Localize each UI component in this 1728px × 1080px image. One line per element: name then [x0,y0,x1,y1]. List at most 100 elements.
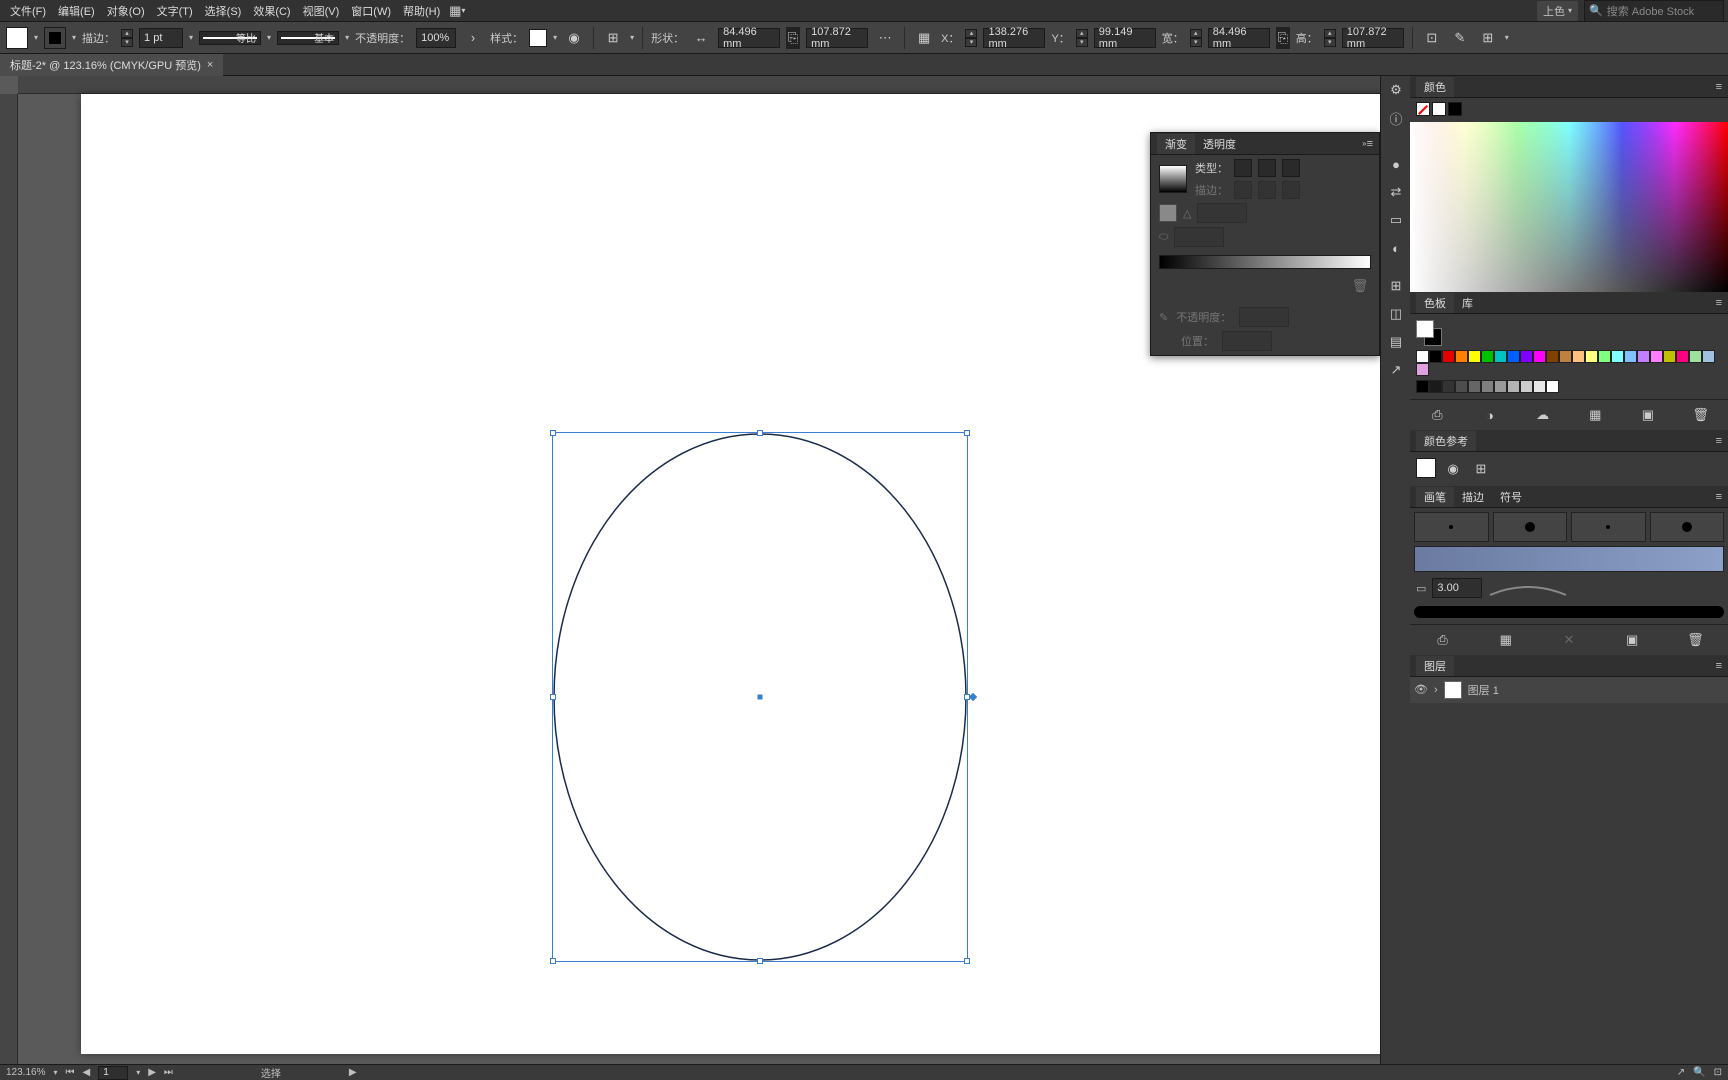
handle-w[interactable] [550,694,556,700]
shape-width[interactable]: 84.496 mm [718,28,780,48]
transform-ref-icon[interactable]: ▦ [913,27,935,49]
swatch[interactable] [1520,380,1533,393]
w-field[interactable]: 84.496 mm [1208,28,1270,48]
swatch[interactable] [1416,350,1429,363]
gradient-slider[interactable] [1159,255,1371,269]
menu-text[interactable]: 文字(T) [151,1,199,21]
swatch[interactable] [1468,380,1481,393]
white-swatch[interactable] [1432,102,1446,116]
swatch[interactable] [1468,350,1481,363]
stroke-size[interactable]: 3.00 [1432,578,1482,598]
swatch[interactable] [1702,350,1715,363]
swatch[interactable] [1598,350,1611,363]
swatch-kind-icon[interactable]: ◑ [1479,404,1501,426]
menu-object[interactable]: 对象(O) [101,1,151,21]
swatch[interactable] [1416,380,1429,393]
swatch[interactable] [1585,350,1598,363]
swatch[interactable] [1546,350,1559,363]
tab-brushes[interactable]: 画笔 [1416,487,1454,507]
swatch[interactable] [1494,350,1507,363]
link-wh2-icon[interactable]: ⎘ [1276,27,1290,49]
document-tab[interactable]: 标题-2* @ 123.16% (CMYK/GPU 预览) × [0,54,223,76]
swatch[interactable] [1663,350,1676,363]
swap-icon[interactable]: ▭ [1381,206,1411,234]
panel-menu-icon[interactable]: ≡ [1716,491,1722,503]
menu-effect[interactable]: 效果(C) [247,1,296,21]
popout-icon[interactable]: ↗ [1677,1067,1685,1078]
close-icon[interactable]: × [207,59,213,71]
menu-select[interactable]: 选择(S) [199,1,248,21]
handle-s[interactable] [757,958,763,964]
stroke-swatch[interactable] [44,27,66,49]
page-field[interactable]: 1 [98,1066,128,1080]
properties-icon[interactable]: ⚙ [1381,76,1411,104]
menu-edit[interactable]: 编辑(E) [52,1,101,21]
panel-menu-icon[interactable]: ≡ [1716,297,1722,309]
h-field[interactable]: 107.872 mm [1342,28,1404,48]
brush-2[interactable] [1493,512,1568,542]
swatch[interactable] [1429,350,1442,363]
align-icon[interactable]: ⊞ [602,27,624,49]
brush-lib-icon[interactable]: ⎙ [1432,629,1454,651]
tab-libraries[interactable]: 库 [1454,293,1481,313]
harmony-icon[interactable]: ◉ [1442,458,1464,480]
isolate-icon[interactable]: ⊡ [1421,27,1443,49]
swatch[interactable] [1481,350,1494,363]
fill-swatch[interactable] [6,27,28,49]
zoom-level[interactable]: 123.16% [6,1067,45,1078]
handle-sw[interactable] [550,958,556,964]
visibility-icon[interactable]: 👁 [1414,683,1428,697]
swatch[interactable] [1442,350,1455,363]
dot2-icon[interactable]: ◐ [1381,234,1411,262]
menu-help[interactable]: 帮助(H) [397,1,446,21]
selection-bbox[interactable] [552,432,968,962]
ruler-vertical[interactable] [0,94,18,1064]
info-icon[interactable]: ⓘ [1381,104,1411,132]
gradient-preview[interactable] [1159,165,1187,193]
brush-4[interactable] [1650,512,1725,542]
link-wh-icon[interactable]: ⎘ [786,27,800,49]
nofill-icon[interactable] [1416,102,1430,116]
linear-grad-icon[interactable] [1234,159,1252,177]
grip-icon[interactable]: ⊡ [1714,1067,1722,1078]
brush-preview-2[interactable] [1414,606,1724,618]
stock-search[interactable]: 🔍搜索 Adobe Stock [1584,0,1724,22]
swatch-new-icon[interactable]: ▣ [1637,404,1659,426]
tab-stroke[interactable]: 描边 [1454,487,1492,507]
swatch[interactable] [1520,350,1533,363]
zoom-out-icon[interactable]: 🔍 [1693,1067,1705,1078]
tab-symbols[interactable]: 符号 [1492,487,1530,507]
workspace-switcher[interactable]: 上色 ▾ [1537,1,1578,21]
swatch[interactable] [1533,350,1546,363]
pathfinder-icon[interactable]: ◫ [1381,300,1411,328]
brush-3[interactable] [1571,512,1646,542]
flip-icon[interactable]: ⇄ [1381,178,1411,206]
dot1-icon[interactable]: ● [1381,150,1411,178]
swatch[interactable] [1546,380,1559,393]
swatch[interactable] [1676,350,1689,363]
edit-icon[interactable]: ✎ [1449,27,1471,49]
panel-menu-icon[interactable]: ≡ [1716,435,1722,447]
black-swatch[interactable] [1448,102,1462,116]
panel-menu-icon[interactable]: ≡ [1716,660,1722,672]
swatch-group-icon[interactable]: ▦ [1584,404,1606,426]
swatch[interactable] [1416,363,1429,376]
opacity-field[interactable]: 100% [416,28,456,48]
arrange-icon[interactable]: ▦▾ [446,0,468,22]
transform-icon[interactable]: ⊞ [1477,27,1499,49]
brush-new-icon[interactable]: ▣ [1621,629,1643,651]
swatch[interactable] [1650,350,1663,363]
menu-view[interactable]: 视图(V) [297,1,346,21]
gradient-panel[interactable]: 渐变 透明度 » ≡ 类型： 描边： △ ⬭ 🗑 ✎ 不透明度： 位置： [1150,132,1380,356]
swatch-lib-icon[interactable]: ⎙ [1426,404,1448,426]
color-spectrum[interactable] [1410,122,1728,292]
swatch[interactable] [1455,350,1468,363]
align2-icon[interactable]: ▤ [1381,328,1411,356]
swatch[interactable] [1481,380,1494,393]
style-swatch[interactable] [529,29,547,47]
layer-row[interactable]: 👁 › 图层 1 [1410,677,1728,703]
brush-opts-icon[interactable]: ▦ [1495,629,1517,651]
swatch[interactable] [1572,350,1585,363]
menu-file[interactable]: 文件(F) [4,1,52,21]
shape-height[interactable]: 107.872 mm [806,28,868,48]
